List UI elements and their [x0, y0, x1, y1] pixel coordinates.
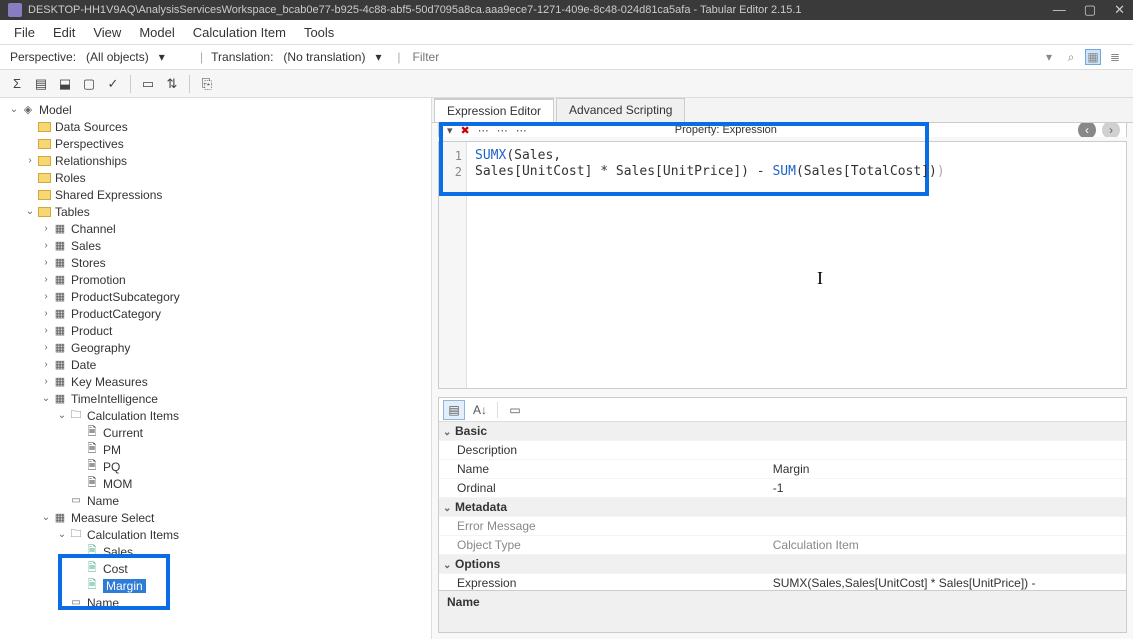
tree-calcitem-mom[interactable]: 🗎MOM [6, 475, 431, 492]
menu-view[interactable]: View [93, 25, 121, 40]
text-cursor-icon: I [817, 270, 823, 286]
tree-calc-items-folder-2[interactable]: 🗀Calculation Items [6, 526, 431, 543]
tree-name-column-2[interactable]: Name [6, 594, 431, 611]
tree-data-sources[interactable]: Data Sources [6, 118, 431, 135]
tree-table-channel[interactable]: ▦Channel [6, 220, 431, 237]
toolbar-columns-icon[interactable]: ▭ [137, 73, 159, 95]
prop-ordinal-value[interactable]: -1 [769, 479, 1126, 498]
tree-calc-items-folder[interactable]: 🗀Calculation Items [6, 407, 431, 424]
property-grid: ▤ A↓ ▭ Basic Description NameMargin Ordi… [438, 397, 1127, 633]
model-tree[interactable]: ◈Model Data Sources Perspectives Relatio… [0, 98, 432, 639]
filter-icon[interactable]: ▾ [1041, 49, 1057, 65]
tree-perspectives[interactable]: Perspectives [6, 135, 431, 152]
tree-tables[interactable]: Tables [6, 203, 431, 220]
menu-file[interactable]: File [14, 25, 35, 40]
property-description-pane: Name [439, 590, 1126, 632]
tree-calcitem-pq[interactable]: 🗎PQ [6, 458, 431, 475]
prop-description-value[interactable] [769, 441, 1126, 460]
prop-objtype-value: Calculation Item [769, 536, 1126, 555]
tree-shared-expressions[interactable]: Shared Expressions [6, 186, 431, 203]
tree-calcitem-current[interactable]: 🗎Current [6, 424, 431, 441]
close-button[interactable]: ✕ [1114, 2, 1125, 18]
tab-advanced-scripting[interactable]: Advanced Scripting [556, 98, 685, 122]
nav-forward-icon[interactable]: › [1102, 123, 1120, 137]
menu-calculation-item[interactable]: Calculation Item [193, 25, 286, 40]
propcat-basic[interactable]: Basic [455, 424, 487, 438]
minimize-button[interactable]: — [1053, 2, 1066, 18]
toolbar-separator [189, 75, 190, 93]
propgrid-alphabetical-icon[interactable]: A↓ [469, 400, 491, 420]
propcat-metadata[interactable]: Metadata [455, 500, 507, 514]
tree-table-prodcat[interactable]: ▦ProductCategory [6, 305, 431, 322]
editor-gutter: 1 2 [439, 142, 467, 388]
expression-toolbar-partial: ▾✖⋯⋯⋯ Property: Expression ‹ › [438, 123, 1127, 137]
tree-name-column[interactable]: Name [6, 492, 431, 509]
propgrid-pages-icon[interactable]: ▭ [504, 400, 526, 420]
tree-table-date[interactable]: ▦Date [6, 356, 431, 373]
toolbar-sort-icon[interactable]: ⇅ [161, 73, 183, 95]
prop-errormsg-value [769, 517, 1126, 536]
app-icon [8, 3, 22, 17]
tree-roles[interactable]: Roles [6, 169, 431, 186]
propgrid-categorized-icon[interactable]: ▤ [443, 400, 465, 420]
tree-table-keymeasures[interactable]: ▦Key Measures [6, 373, 431, 390]
perspective-label: Perspective: [10, 50, 76, 64]
toolbar: Σ ▤ ⬓ ▢ ✓ ▭ ⇅ ⎘ [0, 70, 1133, 98]
right-tabs: Expression Editor Advanced Scripting [432, 98, 1133, 123]
propdesc-title: Name [447, 595, 1118, 609]
title-text: DESKTOP-HH1V9AQ\AnalysisServicesWorkspac… [28, 4, 802, 16]
menu-edit[interactable]: Edit [53, 25, 75, 40]
menu-model[interactable]: Model [139, 25, 174, 40]
propcat-options[interactable]: Options [455, 557, 500, 571]
toolbar-tree-icon[interactable]: ⬓ [54, 73, 76, 95]
filter-input[interactable] [409, 48, 1035, 66]
right-pane: Expression Editor Advanced Scripting ▾✖⋯… [432, 98, 1133, 639]
view-mode-1-icon[interactable]: ▦ [1085, 49, 1101, 65]
maximize-button[interactable]: ▢ [1084, 2, 1096, 18]
translation-combo[interactable]: (No translation) ▾ [279, 48, 389, 66]
tree-calcitem-margin[interactable]: 🗎Margin [6, 577, 431, 594]
tree-calcitem-pm[interactable]: 🗎PM [6, 441, 431, 458]
tree-calcitem-sales[interactable]: 🗎Sales [6, 543, 431, 560]
tree-calcitem-cost[interactable]: 🗎Cost [6, 560, 431, 577]
toolbar-separator [130, 75, 131, 93]
editor-body[interactable]: SUMX(Sales, Sales[UnitCost] * Sales[Unit… [467, 142, 1126, 388]
tree-table-sales[interactable]: ▦Sales [6, 237, 431, 254]
tree-table-geography[interactable]: ▦Geography [6, 339, 431, 356]
prop-name-value[interactable]: Margin [769, 460, 1126, 479]
prop-name-label[interactable]: Name [439, 460, 769, 479]
prop-expression-label[interactable]: Expression [439, 574, 769, 591]
prop-expression-value[interactable]: SUMX(Sales,Sales[UnitCost] * Sales[UnitP… [769, 574, 1126, 591]
title-bar: DESKTOP-HH1V9AQ\AnalysisServicesWorkspac… [0, 0, 1133, 20]
tree-table-promotion[interactable]: ▦Promotion [6, 271, 431, 288]
tree-relationships[interactable]: Relationships [6, 152, 431, 169]
filter-funnel-icon[interactable]: ⌕ [1063, 49, 1079, 65]
toolbar-list-icon[interactable]: ▤ [30, 73, 52, 95]
prop-objtype-label: Object Type [439, 536, 769, 555]
view-mode-2-icon[interactable]: ≣ [1107, 49, 1123, 65]
toolbar-copy-icon[interactable]: ⎘ [196, 73, 218, 95]
tree-table-timeintel[interactable]: ▦TimeIntelligence [6, 390, 431, 407]
tree-table-product[interactable]: ▦Product [6, 322, 431, 339]
menu-tools[interactable]: Tools [304, 25, 334, 40]
nav-back-icon[interactable]: ‹ [1078, 123, 1096, 137]
tree-table-prodsub[interactable]: ▦ProductSubcategory [6, 288, 431, 305]
tree-table-measure-select[interactable]: ▦Measure Select [6, 509, 431, 526]
tab-expression-editor[interactable]: Expression Editor [434, 98, 554, 122]
menu-bar: File Edit View Model Calculation Item To… [0, 20, 1133, 44]
toolbar-sigma-icon[interactable]: Σ [6, 73, 28, 95]
toolbar-check-icon[interactable]: ✓ [102, 73, 124, 95]
tree-model[interactable]: ◈Model [6, 101, 431, 118]
prop-description-label[interactable]: Description [439, 441, 769, 460]
perspective-bar: Perspective: (All objects) ▾ | Translati… [0, 44, 1133, 70]
toolbar-box-icon[interactable]: ▢ [78, 73, 100, 95]
expression-editor[interactable]: 1 2 SUMX(Sales, Sales[UnitCost] * Sales[… [438, 141, 1127, 389]
translation-label: Translation: [211, 50, 273, 64]
prop-ordinal-label[interactable]: Ordinal [439, 479, 769, 498]
tree-table-stores[interactable]: ▦Stores [6, 254, 431, 271]
prop-errormsg-label: Error Message [439, 517, 769, 536]
perspective-combo[interactable]: (All objects) ▾ [82, 48, 192, 66]
